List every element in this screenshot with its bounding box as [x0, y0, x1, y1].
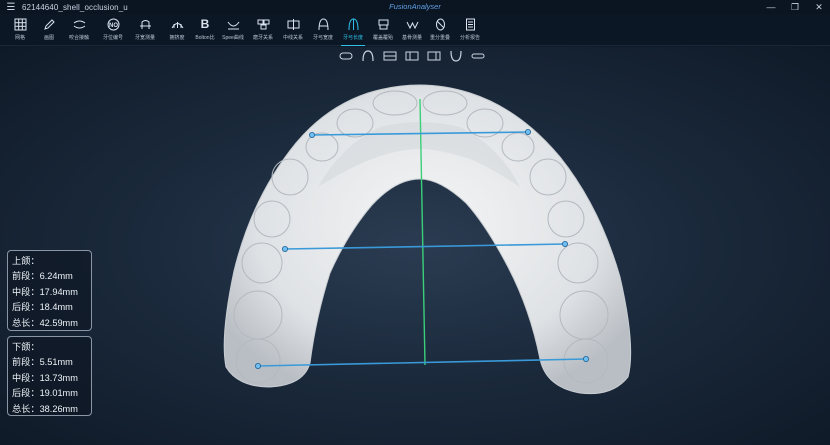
lower-front-row: 前段：5.51mm — [12, 357, 73, 368]
top-view-icon[interactable] — [360, 50, 376, 62]
upper-total-row: 总长：42.59mm — [12, 317, 78, 328]
svg-text:NO: NO — [109, 23, 118, 29]
lower-total-row: 总长：38.26mm — [12, 403, 78, 414]
hamburger-icon[interactable]: ☰ — [0, 0, 22, 14]
tool-label: 覆盖覆殆 — [372, 35, 393, 41]
close-icon[interactable]: ✕ — [814, 2, 824, 13]
lower-arch-panel: 下颌： 前段：5.51mm 中段：13.73mm 后段：19.01mm 总长：3… — [7, 336, 92, 416]
tool-label: 牙弓长度 — [342, 35, 363, 41]
upper-arch-panel: 上颌： 前段：6.24mm 中段：17.94mm 后段：18.4mm 总长：42… — [7, 250, 92, 331]
tool-grid[interactable]: 网格 — [5, 17, 35, 45]
molar-relation-icon — [256, 17, 270, 31]
measure-point — [254, 362, 261, 369]
grid-icon — [13, 17, 27, 31]
tool-tooth-number[interactable]: NO 牙位编号 — [98, 17, 128, 45]
tool-label: 网格 — [14, 35, 25, 41]
tooth-number-icon: NO — [106, 17, 120, 31]
tool-label: 分析报告 — [459, 35, 480, 41]
lower-middle-row: 中段：13.73mm — [12, 372, 78, 383]
tool-crowding[interactable]: 拥挤度 — [162, 17, 192, 45]
spee-curve-icon — [226, 17, 240, 31]
crowding-icon — [170, 17, 184, 31]
overlap-icon — [433, 17, 447, 31]
pencil-icon — [42, 17, 56, 31]
measure-point — [308, 132, 315, 139]
tool-bolton[interactable]: B Bolton比 — [190, 17, 220, 45]
tooth-width-icon — [138, 17, 152, 31]
upper-title: 上颌： — [12, 256, 40, 266]
title-bar: ☰ 62144640_shell_occlusion_u FusionAnaly… — [0, 0, 830, 14]
tool-label: 画图 — [43, 35, 54, 41]
tool-label: 牙宽测量 — [134, 35, 155, 41]
report-icon — [463, 17, 477, 31]
measure-point — [525, 129, 532, 136]
tool-report[interactable]: 分析报告 — [455, 17, 485, 45]
restore-icon[interactable]: ❐ — [790, 2, 800, 13]
tool-pencil[interactable]: 画图 — [34, 17, 64, 45]
tool-label: 重分重叠 — [429, 35, 450, 41]
upper-back-row: 后段：18.4mm — [12, 302, 73, 313]
basal-bone-icon — [405, 17, 419, 31]
tool-tooth-width[interactable]: 牙宽测量 — [130, 17, 160, 45]
tool-spee-curve[interactable]: Spee曲线 — [218, 17, 248, 45]
tool-overjet-overbite[interactable]: 覆盖覆殆 — [368, 17, 398, 45]
tool-arch-length[interactable]: 牙弓长度 — [338, 17, 368, 46]
tool-overlap[interactable]: 重分重叠 — [425, 17, 455, 45]
measure-point — [281, 245, 288, 252]
tool-molar-relation[interactable]: 磨牙关系 — [248, 17, 278, 45]
tool-label: Bolton比 — [195, 35, 215, 41]
tool-basal-bone[interactable]: 基骨测量 — [397, 17, 427, 45]
measure-point — [583, 355, 590, 362]
tool-label: 咬合接触 — [68, 35, 89, 41]
measure-point — [562, 240, 569, 247]
side-view-icon[interactable] — [470, 50, 486, 62]
document-title: 62144640_shell_occlusion_u — [22, 2, 128, 12]
tool-label: Spee曲线 — [222, 35, 244, 41]
tool-label: 中线关系 — [282, 35, 303, 41]
tool-arch-width[interactable]: 牙弓宽度 — [308, 17, 338, 45]
lower-title: 下颌： — [12, 342, 40, 352]
tool-label: 牙弓宽度 — [312, 35, 333, 41]
upper-middle-row: 中段：17.94mm — [12, 286, 78, 297]
tool-label: 磨牙关系 — [252, 35, 273, 41]
dental-arch-model[interactable] — [0, 47, 830, 445]
arch-width-icon — [316, 17, 330, 31]
3d-viewport[interactable] — [0, 47, 830, 445]
main-toolbar: 网格 画图 咬合接触 NO 牙位编号 牙宽测量 拥挤度 B Bolton比 Spee曲线 磨牙关系 中… — [0, 14, 830, 46]
minimize-icon[interactable]: — — [766, 2, 776, 12]
view-toolbar — [338, 50, 486, 64]
back-view-icon[interactable] — [426, 50, 442, 62]
tool-occlusion-contact[interactable]: 咬合接触 — [64, 17, 94, 45]
right-view-icon[interactable] — [404, 50, 420, 62]
front-view-icon[interactable] — [338, 50, 354, 62]
occlusion-contact-icon — [72, 17, 86, 31]
tool-label: 拥挤度 — [169, 35, 185, 41]
overjet-overbite-icon — [376, 17, 390, 31]
bolton-icon: B — [200, 17, 210, 31]
tool-label: 牙位编号 — [102, 35, 123, 41]
tool-label: 基骨测量 — [401, 35, 422, 41]
bottom-view-icon[interactable] — [448, 50, 464, 62]
left-view-icon[interactable] — [382, 50, 398, 62]
midline-relation-icon — [286, 17, 300, 31]
arch-length-icon — [346, 17, 360, 31]
upper-front-row: 前段：6.24mm — [12, 271, 73, 282]
lower-back-row: 后段：19.01mm — [12, 388, 78, 399]
tool-midline-relation[interactable]: 中线关系 — [278, 17, 308, 45]
